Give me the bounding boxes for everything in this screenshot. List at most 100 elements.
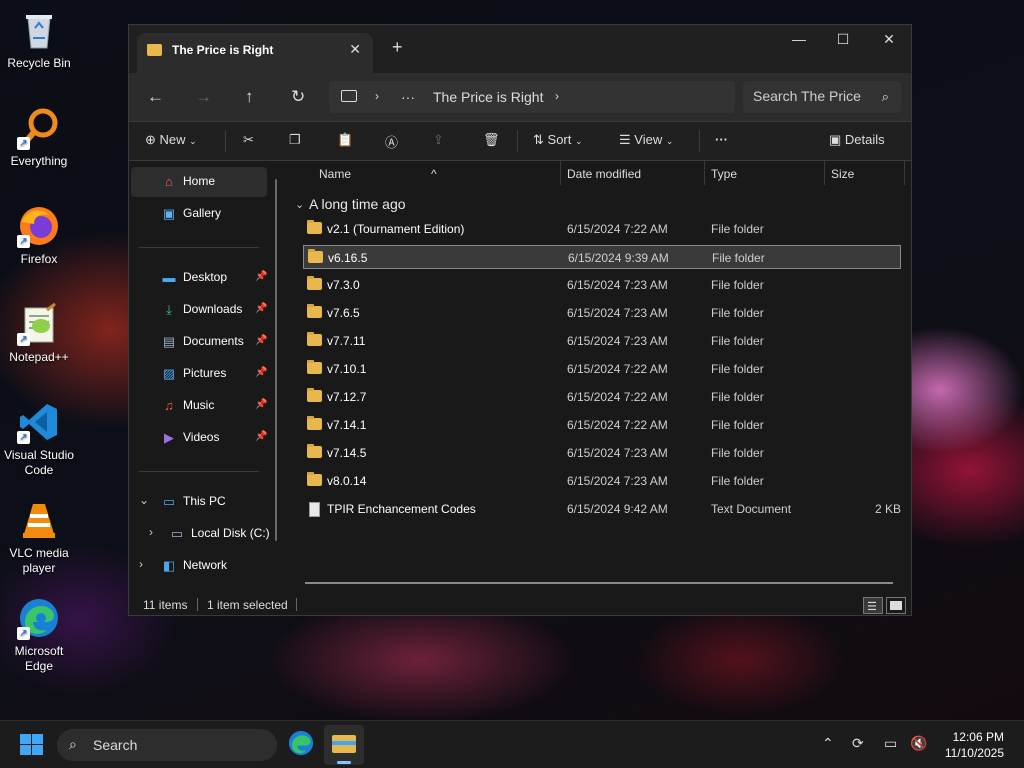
group-header[interactable]: A long time ago: [309, 196, 406, 212]
volume-muted-icon[interactable]: 🔇: [910, 735, 927, 752]
chevron-right-icon[interactable]: ›: [149, 525, 153, 539]
sidebar-divider: [139, 471, 259, 472]
column-divider[interactable]: [824, 161, 825, 185]
file-explorer-taskbar-button[interactable]: [324, 725, 364, 765]
search-icon[interactable]: ⌕: [882, 89, 889, 105]
chevron-right-icon[interactable]: ›: [139, 557, 143, 571]
text-document-icon: [309, 502, 320, 517]
sort-button[interactable]: ⇅ Sort ⌄: [533, 132, 583, 148]
table-row[interactable]: v7.7.11 6/15/2024 7:23 AM File folder: [303, 329, 901, 353]
maximize-button[interactable]: ☐: [823, 31, 863, 48]
view-button[interactable]: ☰ View ⌄: [619, 132, 673, 148]
display-icon[interactable]: ▭: [884, 735, 897, 752]
start-button[interactable]: [20, 734, 44, 756]
address-bar[interactable]: › ··· The Price is Right ›: [329, 81, 735, 113]
desktop-icon-everything[interactable]: ↗ Everything: [2, 106, 76, 169]
search-box[interactable]: ⌕: [743, 81, 901, 113]
sidebar-item-label: Documents: [183, 334, 244, 348]
table-row[interactable]: v7.14.1 6/15/2024 7:22 AM File folder: [303, 413, 901, 437]
search-input[interactable]: [753, 88, 873, 104]
column-header-name[interactable]: Name: [319, 167, 351, 181]
sidebar-item-documents[interactable]: ▤ Documents 📌: [131, 327, 268, 357]
sidebar-item-this-pc[interactable]: ⌄ ▭ This PC: [131, 487, 267, 517]
sidebar-item-videos[interactable]: ▶ Videos 📌: [131, 423, 267, 453]
cut-icon[interactable]: ✂: [243, 132, 254, 148]
delete-icon[interactable]: 🗑: [483, 132, 500, 148]
taskbar-search[interactable]: ⌕ Search: [57, 729, 277, 761]
sidebar-item-music[interactable]: ♫ Music 📌: [131, 391, 267, 421]
folder-icon: [308, 249, 323, 263]
column-divider[interactable]: [560, 161, 561, 185]
table-row[interactable]: TPIR Enchancement Codes 6/15/2024 9:42 AM…: [303, 497, 901, 521]
tab-the-price-is-right[interactable]: The Price is Right ✕: [137, 33, 373, 73]
notepad-plus-plus-icon: ↗: [17, 302, 61, 346]
taskbar: ⌕ Search ⌃ ⟳ ▭ 🔇 12:06 PM 11/10/2025: [0, 720, 1024, 768]
chevron-down-icon[interactable]: ⌄: [139, 493, 149, 507]
file-type: File folder: [711, 446, 764, 460]
details-view-button[interactable]: ☰: [863, 597, 883, 614]
back-button[interactable]: ←: [147, 87, 164, 107]
details-pane-icon: ▣: [829, 132, 842, 147]
tiles-view-button[interactable]: [886, 597, 906, 614]
sidebar-item-downloads[interactable]: ⤓ Downloads 📌: [131, 295, 267, 325]
column-header-size[interactable]: Size: [831, 167, 854, 181]
sidebar-item-home[interactable]: ⌂ Home: [131, 167, 267, 197]
sidebar-item-local-disk[interactable]: › ▭ Local Disk (C:): [131, 519, 271, 549]
more-options-button[interactable]: ···: [715, 132, 728, 147]
table-row[interactable]: v8.0.14 6/15/2024 7:23 AM File folder: [303, 469, 901, 493]
breadcrumb-current[interactable]: The Price is Right: [433, 89, 543, 105]
table-row[interactable]: v7.14.5 6/15/2024 7:23 AM File folder: [303, 441, 901, 465]
sync-icon[interactable]: ⟳: [852, 735, 864, 752]
edge-taskbar-button[interactable]: [287, 729, 317, 759]
new-tab-button[interactable]: +: [392, 37, 403, 58]
sidebar-scrollbar[interactable]: [275, 179, 277, 541]
chevron-right-icon[interactable]: ›: [555, 89, 559, 103]
sidebar-item-label: Home: [183, 174, 216, 188]
desktop-icon-label: Visual Studio Code: [4, 448, 74, 477]
close-button[interactable]: ✕: [869, 31, 909, 48]
table-row[interactable]: v2.1 (Tournament Edition) 6/15/2024 7:22 …: [303, 217, 901, 241]
share-icon[interactable]: ⇪: [433, 132, 444, 148]
breadcrumb-more-button[interactable]: ···: [401, 89, 415, 105]
folder-icon: [307, 444, 322, 458]
paste-icon[interactable]: 📋: [337, 132, 353, 148]
desktop-icon-edge[interactable]: ↗ Microsoft Edge: [2, 596, 76, 674]
details-pane-button[interactable]: ▣ Details: [829, 132, 885, 148]
rename-icon[interactable]: Ⓐ: [385, 132, 398, 151]
column-divider[interactable]: [704, 161, 705, 185]
copy-icon[interactable]: ❐: [289, 132, 301, 148]
minimize-button[interactable]: —: [779, 31, 819, 47]
table-row[interactable]: v7.10.1 6/15/2024 7:22 AM File folder: [303, 357, 901, 381]
table-row[interactable]: v7.6.5 6/15/2024 7:23 AM File folder: [303, 301, 901, 325]
column-header-type[interactable]: Type: [711, 167, 737, 181]
sidebar-item-pictures[interactable]: ▨ Pictures 📌: [131, 359, 268, 389]
forward-button[interactable]: →: [195, 87, 212, 107]
shortcut-arrow-icon: ↗: [17, 235, 30, 248]
table-row[interactable]: v7.3.0 6/15/2024 7:23 AM File folder: [303, 273, 901, 297]
vlc-icon: [17, 498, 61, 542]
table-row[interactable]: v7.12.7 6/15/2024 7:22 AM File folder: [303, 385, 901, 409]
sidebar-item-gallery[interactable]: ▣ Gallery: [131, 199, 267, 229]
sidebar-item-desktop[interactable]: ▬ Desktop 📌: [131, 263, 268, 293]
chevron-down-icon[interactable]: ⌄: [295, 198, 304, 211]
sidebar-item-network[interactable]: › ◧ Network: [131, 551, 267, 581]
clock[interactable]: 12:06 PM 11/10/2025: [945, 729, 1004, 761]
horizontal-scrollbar[interactable]: [305, 582, 893, 584]
file-type: Text Document: [711, 502, 792, 516]
column-header-date[interactable]: Date modified: [567, 167, 641, 181]
desktop-icon-vlc[interactable]: VLC media player: [2, 498, 76, 576]
title-bar[interactable]: The Price is Right ✕ + — ☐ ✕: [129, 25, 911, 73]
up-button[interactable]: ↑: [245, 87, 254, 107]
new-label: New: [159, 132, 186, 147]
desktop-icon-firefox[interactable]: ↗ Firefox: [2, 204, 76, 267]
desktop-icon-notepad-plus-plus[interactable]: ↗ Notepad++: [2, 302, 76, 365]
show-hidden-icons-button[interactable]: ⌃: [822, 735, 834, 752]
refresh-button[interactable]: ↻: [291, 87, 305, 107]
tab-close-button[interactable]: ✕: [349, 41, 361, 58]
table-row[interactable]: v6.16.5 6/15/2024 9:39 AM File folder: [303, 245, 901, 269]
new-button[interactable]: ⊕ New ⌄: [145, 132, 197, 148]
command-bar: ⊕ New ⌄ ✂ ❐ 📋 Ⓐ ⇪ 🗑 ⇅ Sort ⌄ ☰ View ⌄ ··…: [129, 121, 911, 161]
column-divider[interactable]: [904, 161, 905, 185]
desktop-icon-vscode[interactable]: ↗ Visual Studio Code: [2, 400, 76, 478]
desktop-icon-recycle-bin[interactable]: Recycle Bin: [2, 8, 76, 71]
